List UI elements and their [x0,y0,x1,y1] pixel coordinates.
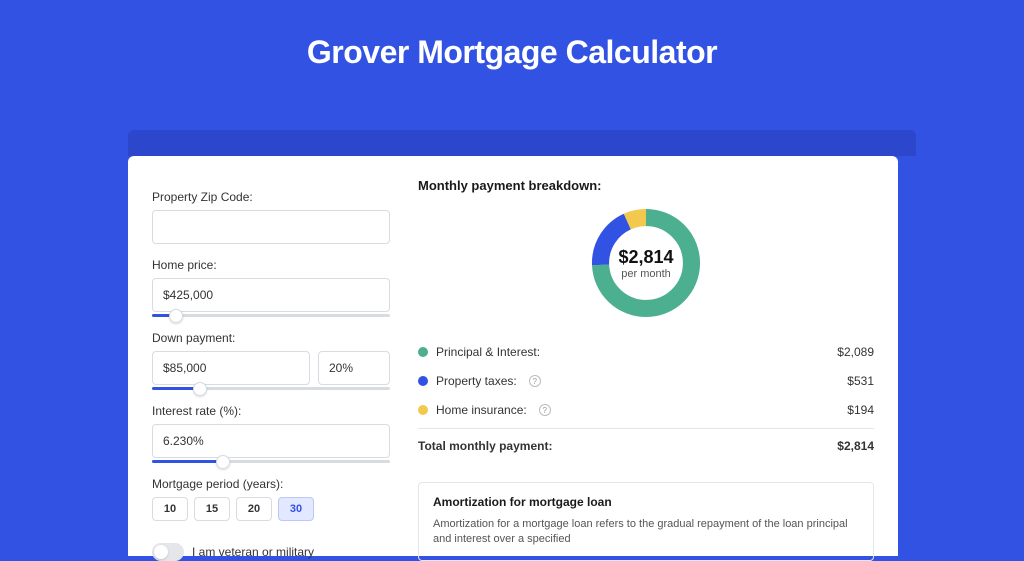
legend-row-tax: Property taxes: ? $531 [418,366,874,395]
donut-center: $2,814 per month [586,203,706,323]
period-buttons: 10 15 20 30 [152,497,390,521]
legend-label-total: Total monthly payment: [418,439,552,453]
home-price-input[interactable] [152,278,390,312]
dot-icon-yellow [418,405,428,415]
legend-val-tax: $531 [847,374,874,388]
legend-val-insurance: $194 [847,403,874,417]
interest-label: Interest rate (%): [152,404,390,418]
legend-label-insurance: Home insurance: [436,403,527,417]
donut-center-value: $2,814 [618,247,673,268]
dot-icon-blue [418,376,428,386]
down-payment-slider-thumb[interactable] [193,382,207,396]
zip-label: Property Zip Code: [152,190,390,204]
donut-chart: $2,814 per month [586,203,706,323]
donut-center-sub: per month [621,268,671,280]
down-payment-slider[interactable] [152,387,390,390]
home-price-label: Home price: [152,258,390,272]
period-btn-15[interactable]: 15 [194,497,230,521]
legend-row-total: Total monthly payment: $2,814 [418,428,874,460]
dot-icon-green [418,347,428,357]
veteran-toggle-label: I am veteran or military [192,545,314,559]
breakdown-title: Monthly payment breakdown: [418,178,874,193]
interest-slider[interactable] [152,460,390,463]
legend-val-total: $2,814 [837,439,874,453]
interest-input[interactable] [152,424,390,458]
legend-label-principal: Principal & Interest: [436,345,540,359]
down-payment-label: Down payment: [152,331,390,345]
zip-input[interactable] [152,210,390,244]
down-payment-pct-input[interactable] [318,351,390,385]
interest-slider-thumb[interactable] [216,455,230,469]
period-btn-30[interactable]: 30 [278,497,314,521]
veteran-toggle-knob [154,545,168,559]
form-column: Property Zip Code: Home price: Down paym… [152,176,390,536]
info-icon[interactable]: ? [529,375,541,387]
home-price-slider[interactable] [152,314,390,317]
page-title: Grover Mortgage Calculator [0,34,1024,71]
legend-label-tax: Property taxes: [436,374,517,388]
interest-slider-fill [152,460,223,463]
donut-chart-wrap: $2,814 per month [418,203,874,323]
down-payment-input[interactable] [152,351,310,385]
amortization-title: Amortization for mortgage loan [433,495,859,509]
period-btn-20[interactable]: 20 [236,497,272,521]
veteran-toggle[interactable] [152,543,184,561]
calculator-card: Property Zip Code: Home price: Down paym… [128,156,898,556]
period-btn-10[interactable]: 10 [152,497,188,521]
home-price-slider-thumb[interactable] [169,309,183,323]
amortization-box: Amortization for mortgage loan Amortizat… [418,482,874,561]
legend-val-principal: $2,089 [837,345,874,359]
amortization-text: Amortization for a mortgage loan refers … [433,517,859,548]
card-shadow [128,130,916,156]
legend-row-insurance: Home insurance: ? $194 [418,395,874,424]
period-label: Mortgage period (years): [152,477,390,491]
breakdown-column: Monthly payment breakdown: $2,814 per mo… [418,176,874,536]
info-icon[interactable]: ? [539,404,551,416]
legend-row-principal: Principal & Interest: $2,089 [418,337,874,366]
